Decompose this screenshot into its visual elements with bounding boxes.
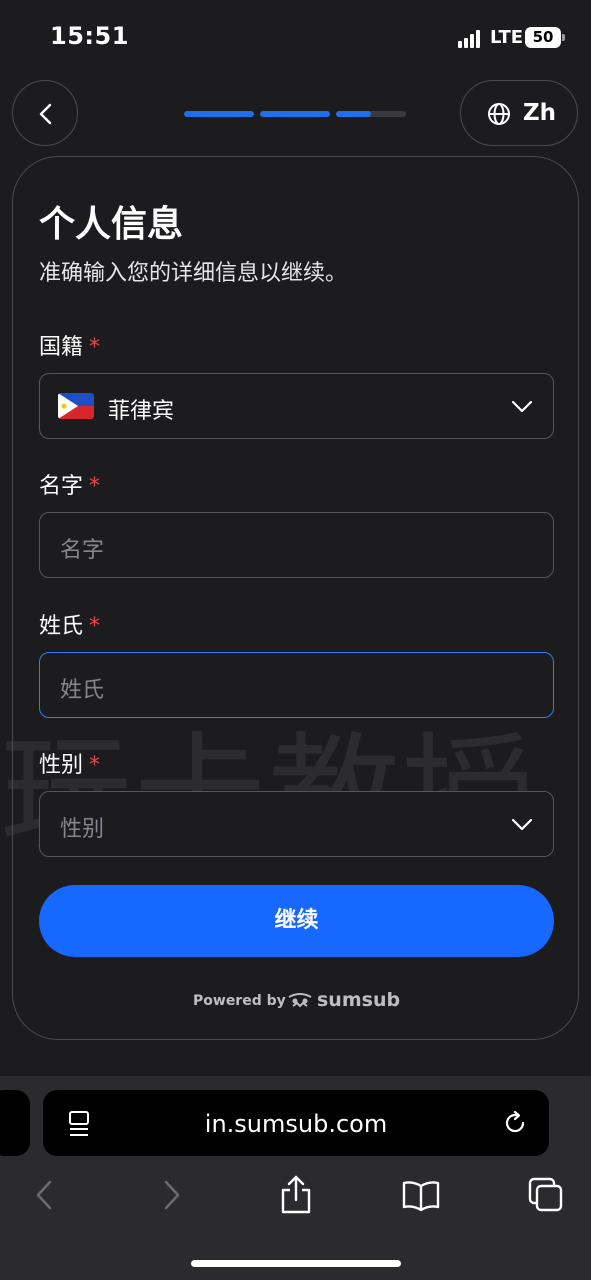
required-marker: * [89, 753, 101, 778]
last-name-label-text: 姓氏 [39, 614, 84, 639]
required-marker: * [89, 614, 101, 639]
previous-tab[interactable] [0, 1090, 30, 1156]
chevron-left-icon [39, 103, 52, 125]
first-name-label: 名字 * [39, 468, 100, 500]
battery-icon: 50 [525, 27, 565, 48]
gender-label-text: 性别 [39, 753, 84, 778]
step-progress [184, 111, 406, 117]
personal-info-card: 个人信息 准确输入您的详细信息以继续。 国籍 * 菲律宾 名字 * 名字 姓氏 * 姓… [12, 156, 579, 1040]
gender-placeholder: 性别 [60, 817, 105, 842]
last-name-field[interactable]: 姓氏 [39, 652, 554, 718]
browser-toolbar: in.sumsub.com [0, 1076, 591, 1280]
home-indicator [191, 1260, 401, 1267]
tabs-icon[interactable] [527, 1176, 565, 1214]
nationality-label: 国籍 * [39, 329, 100, 361]
brand-name: sumsub [317, 989, 401, 1011]
reload-icon[interactable] [503, 1109, 529, 1137]
back-button[interactable] [12, 80, 78, 146]
page-subtitle: 准确输入您的详细信息以继续。 [39, 261, 348, 286]
nationality-value: 菲律宾 [108, 399, 175, 424]
address-bar[interactable]: in.sumsub.com [43, 1090, 549, 1156]
nationality-select[interactable]: 菲律宾 [39, 373, 554, 439]
globe-icon [488, 103, 510, 125]
progress-segment [336, 111, 406, 117]
bookmarks-icon[interactable] [401, 1180, 441, 1212]
browser-forward-icon[interactable] [160, 1178, 184, 1212]
status-bar: 15:51 LTE 50 [0, 0, 591, 76]
nationality-label-text: 国籍 [39, 335, 84, 360]
status-time: 15:51 [50, 22, 129, 50]
progress-segment [260, 111, 330, 117]
first-name-placeholder: 名字 [60, 538, 105, 563]
required-marker: * [89, 474, 101, 499]
gender-label: 性别 * [39, 747, 100, 779]
browser-back-icon[interactable] [32, 1178, 56, 1212]
first-name-field[interactable]: 名字 [39, 512, 554, 578]
last-name-placeholder: 姓氏 [60, 678, 105, 703]
chevron-down-icon [511, 400, 533, 413]
language-label: Zh [523, 100, 557, 126]
first-name-label-text: 名字 [39, 474, 84, 499]
last-name-label: 姓氏 * [39, 608, 100, 640]
philippines-flag-icon [58, 393, 94, 419]
powered-by-label: Powered by [193, 993, 286, 1009]
page-title: 个人信息 [39, 204, 184, 245]
continue-button[interactable]: 继续 [39, 885, 554, 957]
chevron-down-icon [511, 818, 533, 831]
language-button[interactable]: Zh [460, 80, 578, 146]
progress-segment [184, 111, 254, 117]
powered-by: Powered by sumsub [193, 989, 403, 1013]
network-type: LTE [490, 27, 524, 48]
share-icon[interactable] [280, 1174, 312, 1214]
sumsub-logo-icon [288, 993, 312, 1008]
signal-icon [458, 30, 484, 48]
required-marker: * [89, 335, 101, 360]
url-text: in.sumsub.com [204, 1110, 388, 1138]
gender-select[interactable]: 性别 [39, 791, 554, 857]
battery-level: 50 [532, 28, 554, 46]
